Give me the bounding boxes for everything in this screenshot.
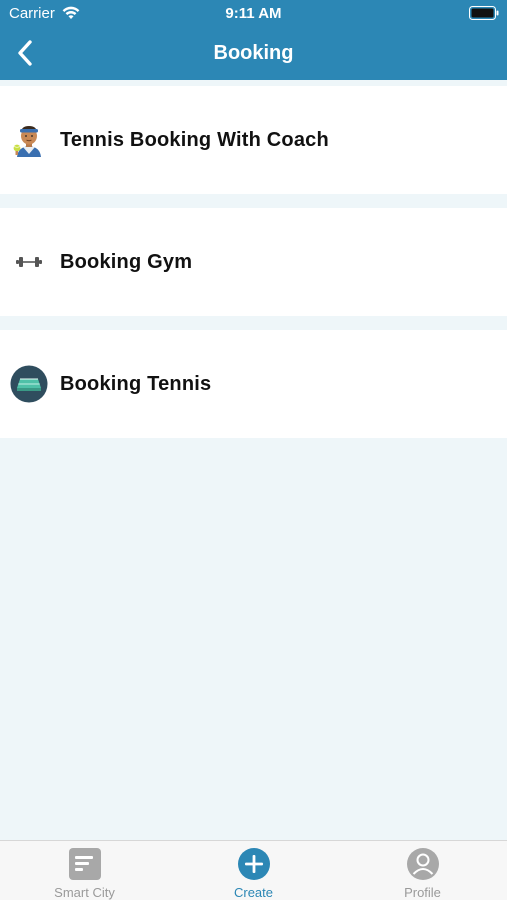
tab-create[interactable]: Create (169, 841, 338, 900)
list-item-label: Tennis Booking With Coach (60, 128, 329, 151)
tab-label: Profile (404, 885, 441, 900)
list-item-tennis[interactable]: Booking Tennis (0, 330, 507, 438)
battery-icon (469, 6, 499, 20)
user-icon (406, 847, 440, 881)
page-title: Booking (213, 42, 294, 64)
plus-circle-icon (237, 847, 271, 881)
tab-label: Smart City (54, 885, 115, 900)
tab-label: Create (233, 885, 274, 900)
app-header: Carrier 9:11 AM Booking (0, 0, 507, 80)
dumbbell-icon (10, 243, 48, 281)
nav-bar: Booking (0, 28, 507, 80)
tab-profile[interactable]: Profile (338, 841, 507, 900)
document-icon (68, 847, 102, 881)
tennis-court-icon (10, 365, 48, 403)
tennis-coach-icon (10, 121, 48, 159)
status-bar: Carrier 9:11 AM (0, 0, 507, 28)
tab-bar: Smart City Create Profile (0, 840, 507, 900)
tab-smart-city[interactable]: Smart City (0, 841, 169, 900)
list-item-gym[interactable]: Booking Gym (0, 208, 507, 316)
list-item-label: Booking Tennis (60, 372, 212, 395)
list-item-tennis-coach[interactable]: Tennis Booking With Coach (0, 86, 507, 194)
status-time: 9:11 AM (225, 5, 282, 22)
list-item-label: Booking Gym (60, 250, 193, 273)
